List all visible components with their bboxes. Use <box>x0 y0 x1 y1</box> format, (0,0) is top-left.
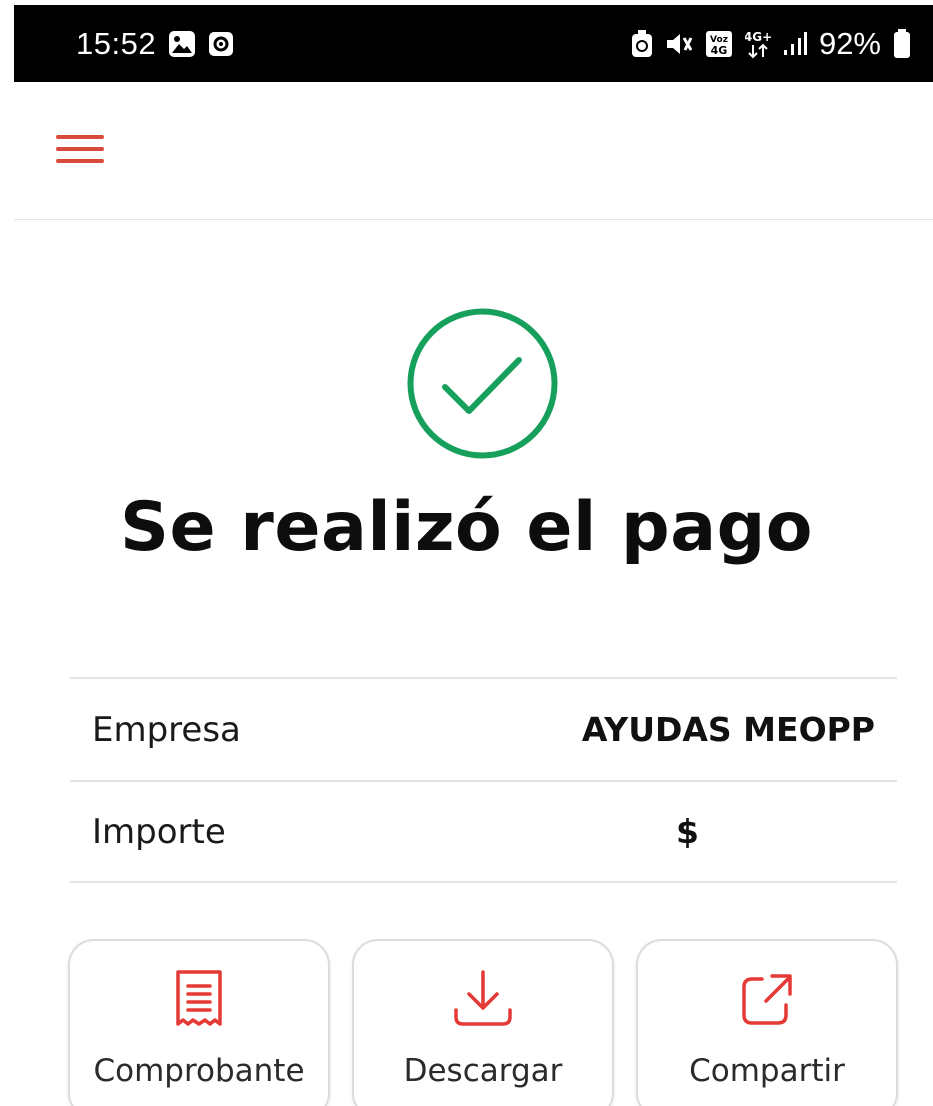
detail-value: AYUDAS MEOPP <box>581 710 875 749</box>
network-4g-icon: 4G+ <box>745 29 771 59</box>
payment-details: Empresa AYUDAS MEOPP Importe $ <box>70 677 897 883</box>
detail-label: Importe <box>92 811 226 852</box>
signal-icon <box>783 31 807 56</box>
mute-icon <box>665 31 693 57</box>
detail-label: Empresa <box>92 709 241 750</box>
compartir-button[interactable]: Compartir <box>636 939 898 1106</box>
battery-icon <box>893 28 911 59</box>
download-icon <box>452 969 514 1029</box>
detail-row-importe: Importe $ <box>70 780 897 883</box>
battery-percentage: 92% <box>818 25 881 61</box>
check-circle-icon <box>405 306 560 461</box>
detail-value: $ <box>676 812 699 851</box>
svg-text:4G+: 4G+ <box>745 30 771 44</box>
screen-record-icon <box>208 31 234 57</box>
descargar-button[interactable]: Descargar <box>352 939 614 1106</box>
share-icon <box>740 969 794 1029</box>
volte-icon: Voz 4G <box>705 30 733 58</box>
svg-text:4G: 4G <box>711 44 728 57</box>
hamburger-menu-icon[interactable] <box>56 135 104 169</box>
comprobante-button[interactable]: Comprobante <box>68 939 330 1106</box>
action-buttons: Comprobante Descargar Compartir <box>68 939 900 1106</box>
compartir-label: Compartir <box>689 1053 845 1089</box>
page-title: Se realizó el pago <box>120 488 813 567</box>
descargar-label: Descargar <box>403 1053 563 1089</box>
detail-row-empresa: Empresa AYUDAS MEOPP <box>70 677 897 780</box>
status-bar-right: Voz 4G 4G+ 92% <box>631 26 911 62</box>
comprobante-label: Comprobante <box>93 1053 305 1089</box>
clock: 15:52 <box>76 25 157 61</box>
app-header <box>14 82 933 220</box>
receipt-icon <box>174 969 224 1029</box>
status-bar-left: 15:52 <box>76 26 234 62</box>
gallery-icon <box>168 30 196 58</box>
battery-saver-icon <box>631 29 653 58</box>
status-bar: 15:52 Voz 4G 4G+ 92% <box>14 5 933 82</box>
